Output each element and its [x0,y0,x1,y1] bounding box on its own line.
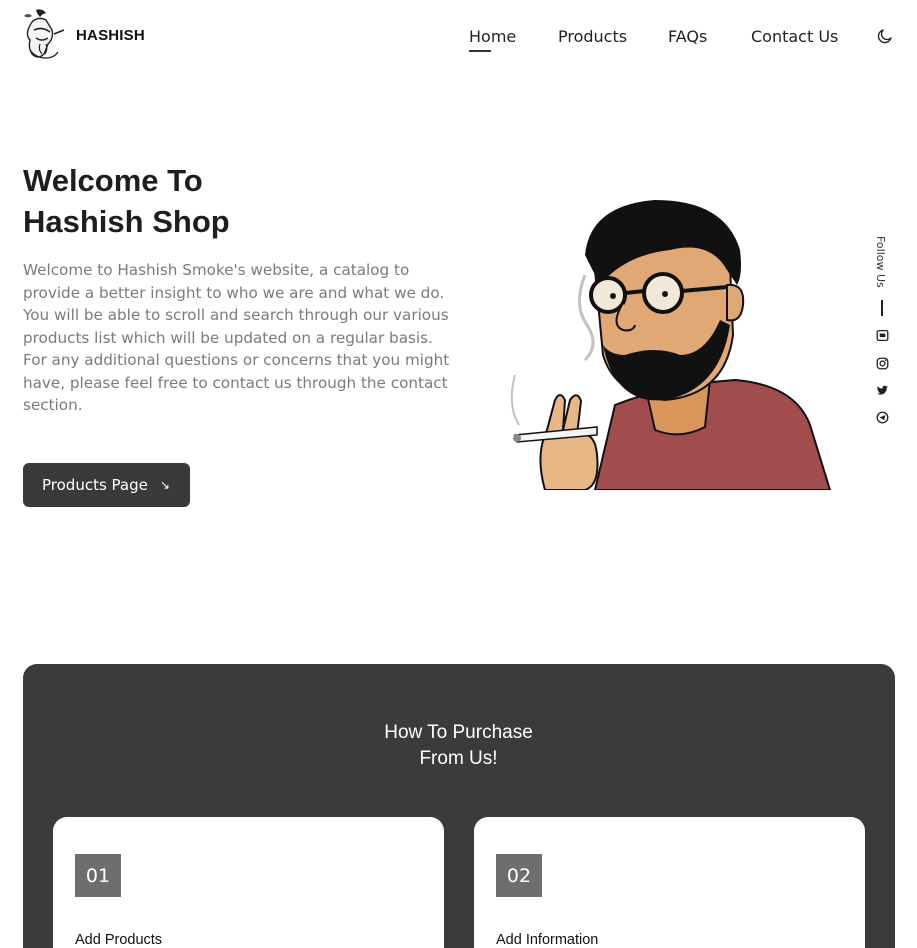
products-page-button-label: Products Page [42,476,148,494]
twitter-icon[interactable] [876,384,889,397]
hero-description: Welcome to Hashish Smoke's website, a ca… [23,261,450,414]
section-title-line1: How To Purchase [384,722,533,743]
site-header: HASHISH Home Products FAQs Contact Us [0,0,917,72]
step-number-badge: 02 [496,854,542,897]
instagram-icon[interactable] [876,357,889,370]
brand-name[interactable]: HASHISH [76,27,145,44]
nav-contact-us[interactable]: Contact Us [751,27,838,46]
smoking-man-illustration [510,200,832,490]
step-title: Add Products [75,932,163,948]
nav-home[interactable]: Home [469,27,516,46]
hero-title: Welcome To [23,163,203,198]
follow-us-label: Follow Us [874,236,887,288]
hero-subtitle: Hashish Shop [23,204,230,239]
moon-icon[interactable] [876,27,894,45]
section-title-line2: From Us! [419,748,498,769]
telegram-icon[interactable] [876,411,889,424]
nav-faqs[interactable]: FAQs [668,27,707,46]
step-number-badge: 01 [75,854,121,897]
arrow-down-right-icon: ↘ [159,478,170,492]
section-title: How To Purchase From Us! [0,720,917,772]
nav-products[interactable]: Products [558,27,627,46]
products-page-button[interactable]: Products Page ↘ [23,463,190,507]
follow-divider [881,300,883,316]
nav-active-indicator [469,50,491,52]
smoking-character-logo-icon[interactable] [22,8,68,62]
step-title: Add Information [496,932,599,948]
discord-icon[interactable] [876,329,889,342]
